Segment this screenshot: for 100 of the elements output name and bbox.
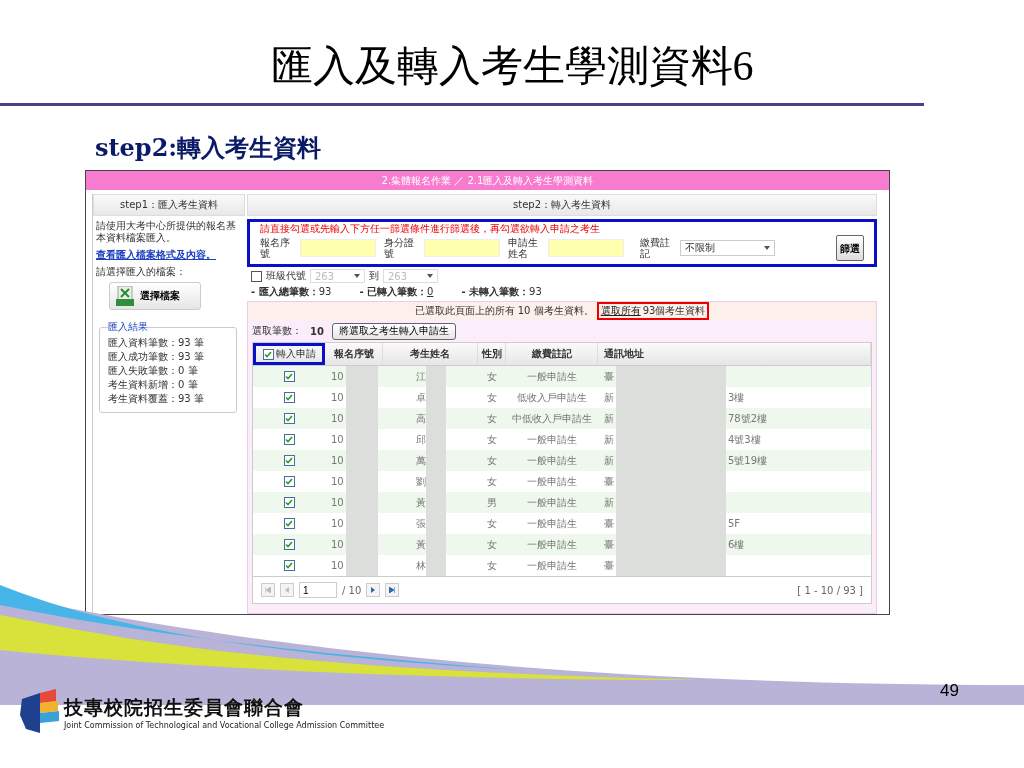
row-checkbox[interactable] bbox=[283, 497, 295, 508]
spreadsheet-file-icon bbox=[116, 286, 134, 306]
table-cell: 江 bbox=[415, 369, 426, 384]
result-line: 考生資料覆蓋：93 筆 bbox=[108, 392, 205, 406]
slide-title: 匯入及轉入考生學測資料6 bbox=[269, 42, 755, 91]
column-header: 轉入申請 bbox=[275, 347, 316, 361]
last-page-icon bbox=[389, 587, 396, 593]
dropdown-caret-icon bbox=[764, 246, 770, 250]
table-cell: 低收入戶申請生 bbox=[517, 390, 587, 405]
table-cell: 臺 bbox=[604, 474, 614, 489]
row-checkbox[interactable] bbox=[283, 371, 295, 382]
filter-button[interactable]: 篩選 bbox=[836, 235, 864, 261]
row-checkbox[interactable] bbox=[283, 434, 295, 445]
table-cell: 10 bbox=[331, 434, 344, 445]
filter-input-field[interactable] bbox=[300, 239, 376, 257]
breadcrumb-bar: 2.集體報名作業 ／ 2.1匯入及轉入考生學測資料 bbox=[86, 171, 889, 190]
table-cell: 10 bbox=[331, 455, 344, 466]
table-cell: 一般申請生 bbox=[527, 516, 577, 531]
row-checkbox[interactable] bbox=[283, 455, 295, 466]
table-cell: 臺 bbox=[604, 537, 614, 552]
choose-file-button[interactable]: 選擇檔案 bbox=[109, 282, 201, 310]
table-cell: 高 bbox=[415, 411, 426, 426]
table-cell: 一般申請生 bbox=[527, 558, 577, 573]
table-cell: 臺 bbox=[604, 558, 614, 573]
page-input-field[interactable]: 1 bbox=[299, 582, 337, 598]
table-cell: 5號19樓 bbox=[728, 453, 768, 468]
row-checkbox[interactable] bbox=[283, 518, 295, 529]
page-number: 49 bbox=[940, 681, 959, 701]
column-header: 通訊地址 bbox=[604, 347, 644, 361]
fee-select[interactable]: 不限制 bbox=[680, 240, 775, 256]
table-cell: 10 bbox=[331, 392, 344, 403]
table-cell: 卓 bbox=[415, 390, 426, 405]
record-range: [ 1 - 10 / 93 ] bbox=[797, 584, 863, 596]
field-label: 繳費註記 bbox=[640, 237, 671, 259]
table-cell: 中低收入戶申請生 bbox=[512, 411, 592, 426]
slide-subtitle: step2:轉入考生資料 bbox=[95, 132, 322, 164]
next-page-icon bbox=[371, 587, 376, 593]
select-all-link[interactable]: 選取所有 bbox=[600, 304, 641, 318]
row-checkbox[interactable] bbox=[283, 539, 295, 550]
table-cell: 一般申請生 bbox=[527, 474, 577, 489]
transfer-button[interactable]: 將選取之考生轉入申請生 bbox=[331, 322, 456, 340]
table-cell: 10 bbox=[331, 518, 344, 529]
selection-total: 93個考生資料 bbox=[642, 304, 706, 318]
filter-input-field[interactable] bbox=[548, 239, 624, 257]
redaction-block bbox=[425, 555, 446, 576]
table-cell: 臺 bbox=[604, 369, 614, 384]
row-checkbox[interactable] bbox=[283, 392, 295, 403]
last-page-button[interactable] bbox=[385, 583, 400, 597]
field-label: 申請生姓名 bbox=[508, 237, 539, 259]
first-page-icon bbox=[265, 587, 271, 593]
table-cell: 男 bbox=[487, 495, 497, 510]
selected-count-label: 選取筆數： bbox=[252, 324, 302, 338]
table-cell: 新 bbox=[604, 495, 614, 510]
row-checkbox[interactable] bbox=[283, 413, 295, 424]
table-cell: 10 bbox=[331, 413, 344, 424]
result-line: 匯入成功筆數：93 筆 bbox=[108, 350, 205, 364]
count-stat: - 未轉入筆數：93 bbox=[461, 285, 542, 299]
class-checkbox[interactable] bbox=[251, 270, 262, 282]
selection-notice: 已選取此頁面上的所有 10 個考生資料。 bbox=[414, 304, 594, 318]
row-checkbox[interactable] bbox=[283, 476, 295, 487]
table-cell: 黃 bbox=[415, 495, 426, 510]
row-checkbox[interactable] bbox=[283, 560, 295, 571]
table-cell: 張 bbox=[415, 516, 426, 531]
previous-page-icon bbox=[285, 587, 289, 593]
result-line: 考生資料新增：0 筆 bbox=[108, 378, 199, 392]
table-cell: 女 bbox=[487, 411, 497, 426]
dropdown-caret-icon bbox=[427, 274, 433, 278]
panel-header: step2：轉入考生資料 bbox=[247, 194, 877, 216]
table-cell: 一般申請生 bbox=[527, 537, 577, 552]
instructions-text: 請使用大考中心所提供的報名基本資料檔案匯入。 bbox=[95, 220, 237, 244]
result-line: 匯入失敗筆數：0 筆 bbox=[108, 364, 199, 378]
table-cell: 一般申請生 bbox=[527, 432, 577, 447]
format-link[interactable]: 查看匯入檔案格式及內容。 bbox=[93, 249, 219, 260]
field-label: 報名序號 bbox=[260, 237, 291, 259]
book-logo-icon bbox=[18, 689, 60, 735]
table-cell: 一般申請生 bbox=[527, 453, 577, 468]
organization-english-name: Joint Commission of Technological and Vocational College Admission Committee bbox=[64, 720, 385, 730]
table-cell: 10 bbox=[331, 497, 344, 508]
column-header: 性別 bbox=[481, 347, 502, 361]
table-cell: 女 bbox=[487, 474, 497, 489]
import-result-legend: 匯入結果 bbox=[108, 320, 148, 334]
table-cell: 女 bbox=[487, 432, 497, 447]
table-cell: 女 bbox=[487, 369, 497, 384]
table-cell: 女 bbox=[487, 390, 497, 405]
next-page-button[interactable] bbox=[366, 583, 381, 597]
range-label: 到 bbox=[369, 269, 379, 283]
select-all-checkbox[interactable] bbox=[262, 348, 274, 360]
table-cell: 女 bbox=[487, 558, 497, 573]
dropdown-caret-icon bbox=[354, 274, 360, 278]
page-total: / 10 bbox=[342, 584, 362, 596]
column-header: 繳費註記 bbox=[531, 347, 572, 361]
table-cell: 劉 bbox=[415, 474, 426, 489]
table-cell: 林 bbox=[415, 558, 426, 573]
filter-input-field[interactable] bbox=[424, 239, 500, 257]
table-cell: 10 bbox=[331, 539, 344, 550]
redaction-block bbox=[345, 366, 378, 387]
table-cell: 新 bbox=[604, 411, 614, 426]
table-cell: 新 bbox=[604, 432, 614, 447]
field-label: 身分證號 bbox=[384, 237, 415, 259]
table-cell: 萬 bbox=[415, 453, 426, 468]
